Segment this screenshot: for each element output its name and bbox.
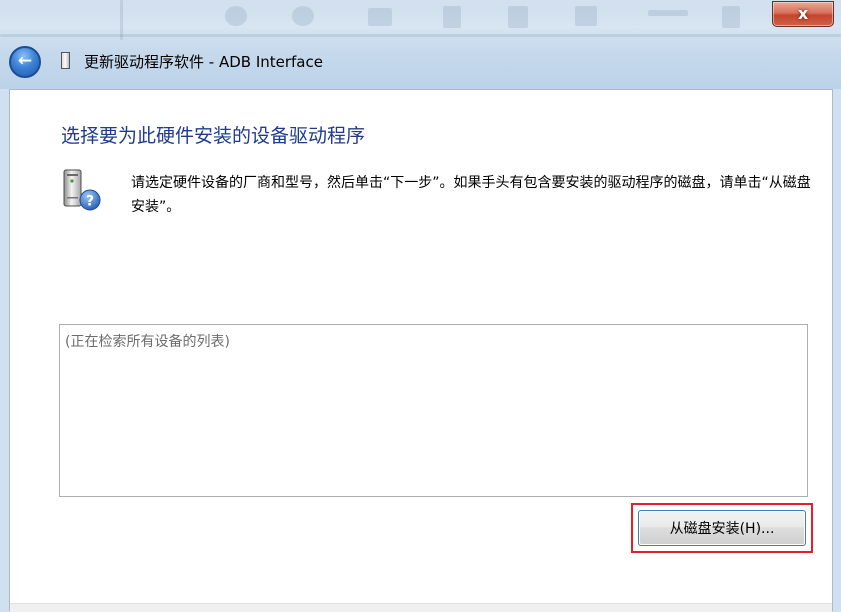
window-title: 更新驱动程序软件 - ADB Interface xyxy=(84,53,323,71)
page-heading: 选择要为此硬件安装的设备驱动程序 xyxy=(61,125,366,147)
close-icon: x xyxy=(797,4,809,23)
background-window-ribbon xyxy=(722,6,740,28)
back-button[interactable]: ← xyxy=(9,46,41,78)
device-list-box[interactable]: (正在检索所有设备的列表) xyxy=(59,324,808,497)
wizard-content-pane: 选择要为此硬件安装的设备驱动程序 ? 请选定硬件设备的厂商和型号，然后单击“下一… xyxy=(9,89,833,612)
background-window-ribbon xyxy=(292,6,314,26)
background-window-ribbon xyxy=(225,6,247,26)
background-window-ribbon xyxy=(368,8,392,26)
svg-text:?: ? xyxy=(86,194,94,210)
background-window-ribbon xyxy=(0,34,841,37)
device-icon xyxy=(61,52,70,69)
instruction-text: 请选定硬件设备的厂商和型号，然后单击“下一步”。如果手头有包含要安装的驱动程序的… xyxy=(131,175,811,215)
hardware-question-icon: ? xyxy=(63,169,101,211)
background-window-ribbon xyxy=(508,6,528,28)
title-bar: x ← 更新驱动程序软件 - ADB Interface xyxy=(0,0,841,89)
device-list-status: (正在检索所有设备的列表) xyxy=(65,334,230,350)
background-window-ribbon xyxy=(575,6,597,26)
back-arrow-icon: ← xyxy=(17,51,33,71)
close-button[interactable]: x xyxy=(772,1,834,27)
background-window-ribbon xyxy=(443,6,461,28)
have-disk-button[interactable]: 从磁盘安装(H)... xyxy=(638,510,806,546)
background-window-ribbon xyxy=(648,10,688,16)
